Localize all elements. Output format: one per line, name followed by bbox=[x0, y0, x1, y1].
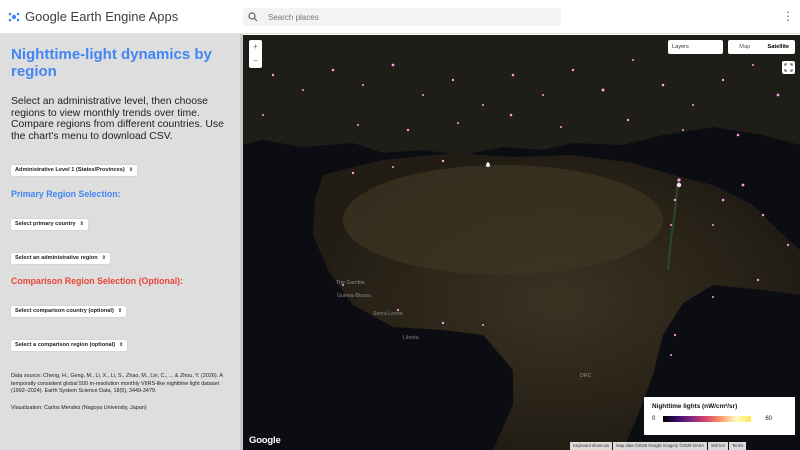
primary-region-heading: Primary Region Selection: bbox=[11, 189, 121, 200]
legend-color-ramp bbox=[663, 416, 752, 422]
select-arrows-icon: ⇕ bbox=[119, 341, 124, 348]
place-label: Guinea-Bissau bbox=[337, 293, 372, 299]
visualization-credit: Visualization: Carlos Mendez (Nagoya Uni… bbox=[11, 404, 147, 411]
comparison-region-select[interactable]: Select a comparison region (optional) ⇕ bbox=[11, 339, 128, 351]
admin-level-value: Administrative Level 1 (States/Provinces… bbox=[15, 167, 125, 174]
earth-engine-logo-icon bbox=[8, 12, 20, 21]
fullscreen-icon bbox=[784, 63, 793, 72]
search-input[interactable] bbox=[268, 12, 548, 22]
map-view[interactable]: The Gambia Guinea-Bissau Sierra Leone Li… bbox=[243, 35, 800, 450]
place-label: The Gambia bbox=[336, 280, 365, 286]
primary-country-value: Select primary country bbox=[15, 221, 76, 228]
zoom-out-button[interactable]: − bbox=[249, 54, 262, 68]
place-label: DRC bbox=[580, 373, 592, 379]
place-label: Liberia bbox=[403, 335, 419, 341]
select-arrows-icon: ⇕ bbox=[128, 166, 133, 173]
zoom-in-button[interactable]: + bbox=[249, 40, 262, 54]
map-attribution: Keyboard shortcuts Map data ©2026 Google… bbox=[569, 442, 747, 450]
app-title: Nighttime-light dynamics by region bbox=[11, 46, 212, 80]
nighttime-lights-layer bbox=[262, 59, 790, 356]
keyboard-shortcuts-link[interactable]: Keyboard shortcuts bbox=[570, 442, 613, 450]
google-logo: Google bbox=[249, 435, 281, 446]
select-arrows-icon: ⇕ bbox=[79, 220, 84, 227]
more-options-icon[interactable]: ⋮ bbox=[782, 10, 794, 22]
primary-region-select[interactable]: Select an administrative region ⇕ bbox=[11, 252, 110, 264]
map-type-control: Map Satellite bbox=[728, 40, 795, 54]
map-legend: Nighttime lights (nW/cm²/sr) 0 60 bbox=[644, 397, 795, 435]
brand[interactable]: Google Earth Engine Apps bbox=[0, 9, 240, 24]
comparison-region-value: Select a comparison region (optional) bbox=[15, 342, 116, 349]
scale-bar[interactable]: 500 km bbox=[708, 442, 728, 450]
legend-max-label: 60 bbox=[765, 416, 773, 422]
top-bar: Google Earth Engine Apps ⋮ bbox=[0, 0, 800, 34]
legend-title: Nighttime lights (nW/cm²/sr) bbox=[652, 403, 738, 410]
comparison-country-select[interactable]: Select comparison country (optional) ⇕ bbox=[11, 305, 127, 317]
terms-link[interactable]: Terms bbox=[728, 442, 747, 450]
map-view-button[interactable]: Map bbox=[728, 40, 762, 54]
admin-level-select[interactable]: Administrative Level 1 (States/Provinces… bbox=[11, 164, 137, 176]
sidebar-panel: Nighttime-light dynamics by region Selec… bbox=[0, 34, 240, 450]
data-source-text: Data source: Cheng, H., Geng, M., Li, X.… bbox=[11, 373, 223, 394]
map-data-attribution: Map data ©2026 Google Imagery ©2026 NASA bbox=[613, 442, 708, 450]
app-description: Select an administrative level, then cho… bbox=[11, 96, 224, 142]
comparison-country-value: Select comparison country (optional) bbox=[15, 308, 114, 315]
comparison-region-heading: Comparison Region Selection (Optional): bbox=[11, 276, 184, 287]
select-arrows-icon: ⇕ bbox=[117, 307, 123, 314]
satellite-view-button[interactable]: Satellite bbox=[762, 40, 796, 54]
legend-min-label: 0 bbox=[652, 416, 656, 422]
search-box[interactable] bbox=[243, 8, 561, 26]
primary-country-select[interactable]: Select primary country ⇕ bbox=[11, 218, 88, 230]
search-icon bbox=[248, 12, 258, 22]
zoom-control: + − bbox=[249, 40, 262, 68]
fullscreen-button[interactable] bbox=[782, 61, 795, 74]
brand-name: Google Earth Engine Apps bbox=[25, 9, 179, 24]
layers-button[interactable]: Layers bbox=[668, 40, 723, 54]
primary-region-value: Select an administrative region bbox=[15, 255, 98, 262]
select-arrows-icon: ⇕ bbox=[101, 254, 106, 261]
place-label: Sierra Leone bbox=[373, 311, 403, 317]
